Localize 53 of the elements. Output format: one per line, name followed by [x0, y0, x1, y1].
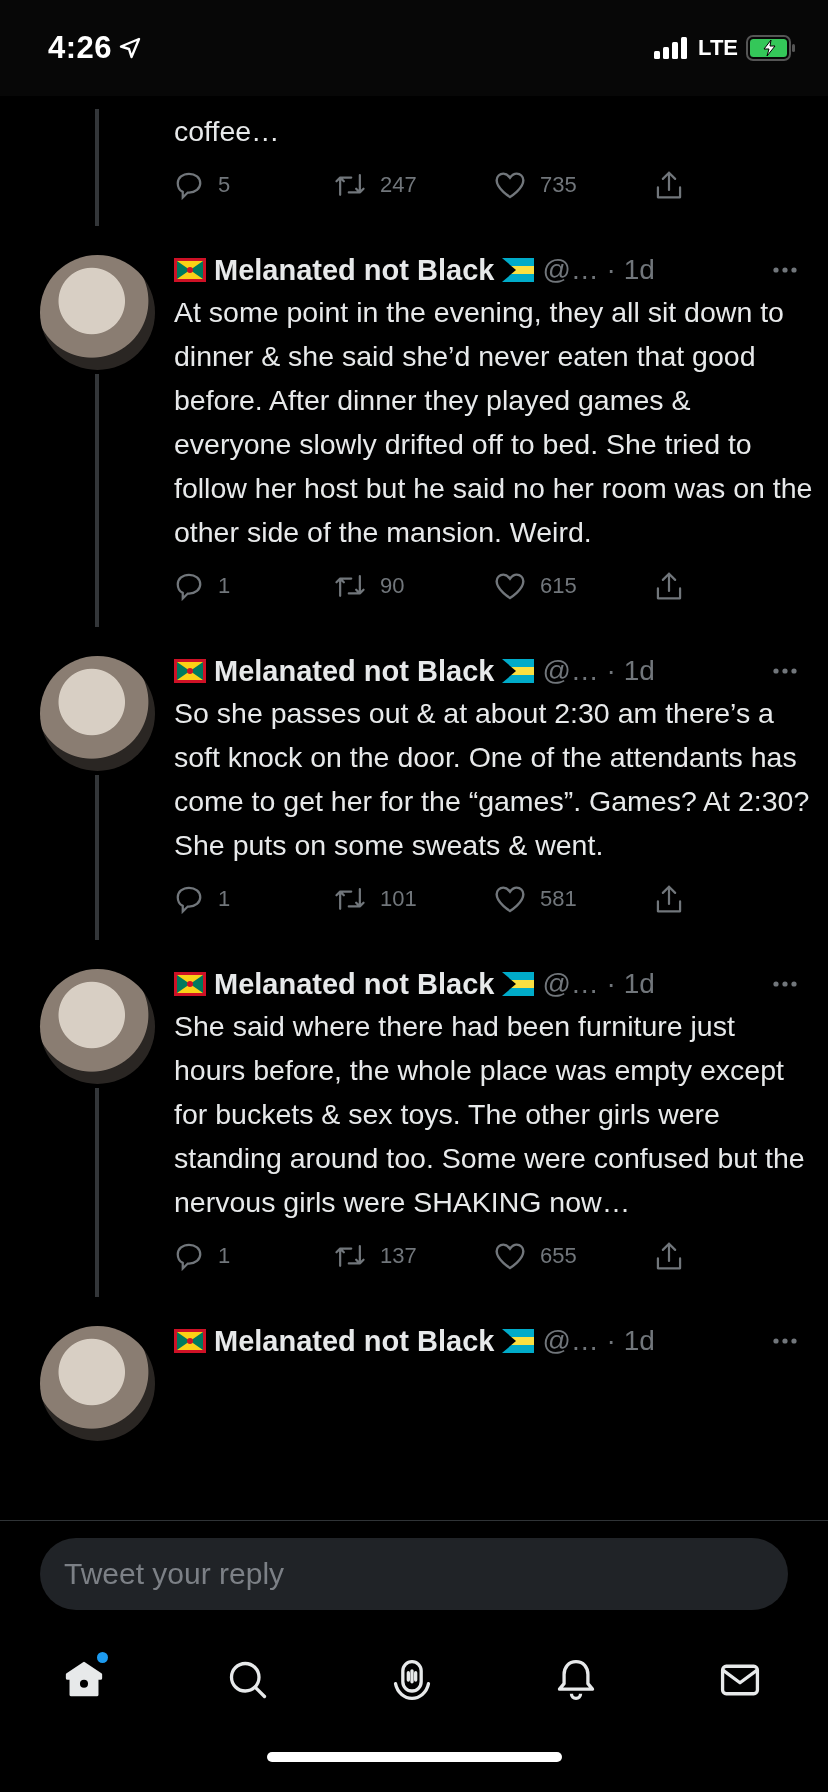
tweet-text: At some point in the evening, they all sit down to dinner & she said she’d never eaten that good before. After dinner they played games & everyone slowly drifted off to bed. She tried to follow her host but he said no her room was on the other side of the mansion. Weird. [174, 295, 814, 550]
like-count: 581 [540, 886, 577, 912]
more-icon[interactable] [772, 266, 798, 274]
handle-time: @… · 1d [542, 1325, 655, 1357]
flag-icon [174, 258, 206, 282]
reply-icon[interactable] [174, 170, 204, 200]
reply-icon[interactable] [174, 884, 204, 914]
more-icon[interactable] [772, 980, 798, 988]
clock: 4:26 [48, 30, 113, 66]
tweet-text: coffee… [174, 114, 281, 149]
reply-count: 1 [218, 573, 231, 599]
flag-icon [174, 659, 206, 683]
more-icon[interactable] [772, 1337, 798, 1345]
handle-time: @… · 1d [542, 254, 655, 286]
reply-count: 5 [218, 172, 231, 198]
author-name[interactable]: Melanated not Black [214, 654, 495, 688]
like-count: 655 [540, 1243, 577, 1269]
like-count: 735 [540, 172, 577, 198]
tweet-text: She said where there had been furniture just hours before, the whole place was empty except for buckets & sex toys. The other girls were standing around too. Some were confused but the nervous girls were SHAKING now… [174, 1009, 806, 1220]
share-icon[interactable] [654, 1240, 684, 1272]
flag-icon [174, 972, 206, 996]
heart-icon[interactable] [494, 170, 526, 200]
unread-dot [97, 1652, 108, 1663]
heart-icon[interactable] [494, 571, 526, 601]
handle-time: @… · 1d [542, 968, 655, 1000]
reply-count: 1 [218, 1243, 231, 1269]
reply-count: 1 [218, 886, 231, 912]
flag-icon [502, 972, 535, 996]
heart-icon[interactable] [494, 884, 526, 914]
flag-icon [502, 1329, 535, 1353]
tweet-text: So she passes out & at about 2:30 am there’s a soft knock on the door. One of the attendants has come to get her for the “games”. Games? At 2:30? She puts on some sweats & went. [174, 696, 811, 863]
author-name[interactable]: Melanated not Black [214, 253, 495, 287]
handle-time: @… · 1d [542, 655, 655, 687]
retweet-count: 137 [380, 1243, 417, 1269]
more-icon[interactable] [772, 667, 798, 675]
reply-icon[interactable] [174, 571, 204, 601]
retweet-count: 247 [380, 172, 417, 198]
share-icon[interactable] [654, 570, 684, 602]
location-arrow-icon [118, 36, 143, 60]
reply-icon[interactable] [174, 1241, 204, 1271]
flag-icon [174, 1329, 206, 1353]
author-name[interactable]: Melanated not Black [214, 967, 495, 1001]
share-icon[interactable] [654, 883, 684, 915]
retweet-count: 90 [380, 573, 405, 599]
network-type: LTE [698, 35, 738, 61]
flag-icon [502, 258, 535, 282]
retweet-count: 101 [380, 886, 417, 912]
heart-icon[interactable] [494, 1241, 526, 1271]
share-icon[interactable] [654, 169, 684, 201]
flag-icon [502, 659, 535, 683]
like-count: 615 [540, 573, 577, 599]
reply-field[interactable]: Tweet your reply [40, 1538, 788, 1610]
author-name[interactable]: Melanated not Black [214, 1324, 495, 1358]
